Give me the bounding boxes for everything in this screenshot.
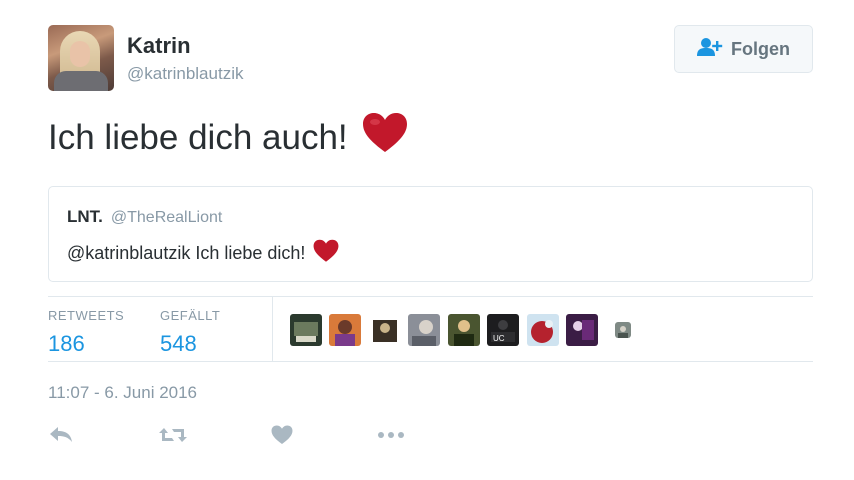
more-button[interactable] (377, 425, 405, 450)
retweets-stat[interactable]: RETWEETS 186 (48, 307, 124, 357)
tweet-text-body: Ich liebe dich auch! (48, 117, 348, 157)
add-user-icon (697, 37, 723, 62)
liker-avatar[interactable] (329, 314, 361, 346)
quoted-author-name: LNT. (67, 207, 103, 226)
liker-avatar[interactable] (408, 314, 440, 346)
quoted-tweet[interactable]: LNT. @TheRealLiont @katrinblautzik Ich l… (48, 186, 813, 282)
quoted-author-handle: @TheRealLiont (110, 209, 223, 226)
liker-avatar[interactable] (369, 314, 401, 346)
follow-button-label: Folgen (731, 38, 790, 59)
liker-avatar[interactable] (566, 314, 598, 346)
like-button[interactable] (271, 425, 293, 450)
liker-avatar[interactable] (615, 322, 631, 338)
retweet-button[interactable] (158, 425, 188, 450)
liker-avatar[interactable] (527, 314, 559, 346)
tweet-timestamp[interactable]: 11:07 - 6. Juni 2016 (48, 383, 197, 403)
tweet-text: Ich liebe dich auch! (48, 112, 408, 163)
retweets-label: RETWEETS (48, 308, 125, 323)
retweets-count: 186 (48, 331, 85, 356)
quoted-tweet-text: @katrinblautzik Ich liebe dich! (67, 239, 339, 268)
likes-label: GEFÄLLT (160, 308, 221, 323)
liker-avatar[interactable]: UC (487, 314, 519, 346)
liker-avatar[interactable] (290, 314, 322, 346)
svg-text:UC: UC (493, 334, 505, 343)
likes-stat[interactable]: GEFÄLLT 548 (160, 307, 220, 357)
heart-icon (362, 112, 408, 163)
tweet-stats: RETWEETS 186 GEFÄLLT 548 UC (48, 296, 813, 362)
author-avatar[interactable] (48, 25, 114, 91)
likes-count: 548 (160, 331, 197, 356)
reply-button[interactable] (48, 425, 74, 450)
heart-icon (313, 239, 339, 268)
liker-avatar[interactable] (448, 314, 480, 346)
author-handle[interactable]: @katrinblautzik (127, 64, 243, 84)
author-name[interactable]: Katrin (127, 33, 191, 59)
more-icon (377, 432, 405, 449)
quoted-tweet-body: @katrinblautzik Ich liebe dich! (67, 243, 306, 263)
reply-icon (48, 427, 74, 449)
retweet-icon (158, 428, 188, 449)
follow-button[interactable]: Folgen (674, 25, 813, 73)
stats-divider (272, 297, 273, 361)
quoted-tweet-header: LNT. @TheRealLiont (67, 207, 222, 227)
like-icon (271, 425, 293, 449)
